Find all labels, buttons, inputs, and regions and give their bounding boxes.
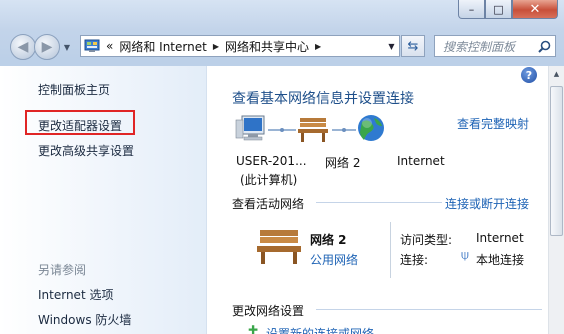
view-full-map-link[interactable]: 查看完整映射 — [457, 115, 529, 132]
caption-buttons: – □ ✕ — [458, 0, 558, 20]
map-internet-label: Internet — [397, 154, 445, 168]
divider — [316, 309, 542, 310]
main-panel: 查看基本网络信息并设置连接 查看完整映射 USER-201... (此计算机) … — [208, 66, 548, 334]
network-type-link[interactable]: 公用网络 — [310, 251, 358, 268]
breadcrumb-network-internet[interactable]: 网络和 Internet — [119, 38, 206, 55]
address-bar[interactable]: « 网络和 Internet ▶ 网络和共享中心 ▶ ▼ — [80, 35, 400, 57]
local-connection-link[interactable]: 本地连接 — [476, 251, 524, 268]
sidebar-item-change-advanced-sharing[interactable]: 更改高级共享设置 — [38, 142, 134, 159]
network-map — [235, 115, 384, 142]
scroll-up-icon[interactable]: ▲ — [549, 66, 564, 82]
vertical-scrollbar[interactable]: ▲ — [548, 66, 564, 334]
back-arrow-icon: ◀ — [17, 39, 29, 55]
forward-button[interactable]: ▶ — [34, 34, 60, 60]
recent-pages-dropdown[interactable]: ▼ — [61, 40, 73, 54]
breadcrumb-sharing-center[interactable]: 网络和共享中心 — [225, 38, 309, 55]
see-also-internet-options[interactable]: Internet 选项 — [38, 286, 113, 303]
breadcrumb-separator-icon[interactable]: ▶ — [315, 42, 321, 51]
active-networks-heading: 查看活动网络 — [232, 197, 305, 211]
window: – □ ✕ ◀ ▶ ▼ « 网络和 Internet ▶ 网络和共享中心 ▶ ▼… — [0, 0, 564, 334]
address-overflow[interactable]: « — [106, 39, 113, 53]
close-button[interactable]: ✕ — [512, 0, 558, 19]
connect-disconnect-link[interactable]: 连接或断开连接 — [445, 195, 529, 212]
search-placeholder: 搜索控制面板 — [443, 39, 516, 54]
scroll-thumb[interactable] — [550, 86, 563, 236]
see-also-heading: 另请参阅 — [38, 263, 87, 277]
control-panel-icon — [84, 39, 100, 52]
back-button[interactable]: ◀ — [10, 34, 36, 60]
map-network-label: 网络 2 — [325, 156, 361, 170]
maximize-button[interactable]: □ — [485, 0, 512, 19]
access-type-value: Internet — [476, 231, 524, 245]
access-type-label: 访问类型: — [400, 233, 453, 247]
active-network-name: 网络 2 — [310, 233, 347, 247]
internet-globe-icon — [358, 115, 384, 141]
setup-connection-icon: ✚ — [248, 323, 259, 334]
address-dropdown-icon[interactable]: ▼ — [383, 36, 399, 56]
computer-subtitle: (此计算机) — [240, 173, 298, 187]
connections-label: 连接: — [400, 253, 429, 267]
breadcrumb-separator-icon[interactable]: ▶ — [213, 42, 219, 51]
vertical-divider — [390, 222, 391, 278]
see-also-windows-firewall[interactable]: Windows 防火墙 — [38, 311, 131, 328]
refresh-icon: ⇆ — [407, 38, 419, 54]
search-icon[interactable] — [538, 40, 551, 53]
sidebar: 控制面板主页 更改适配器设置 更改高级共享设置 另请参阅 Internet 选项… — [0, 66, 207, 334]
setup-connection-link[interactable]: 设置新的连接或网络 — [266, 325, 374, 334]
chevron-down-icon: ▼ — [63, 42, 71, 52]
computer-name: USER-201... — [236, 154, 307, 168]
forward-arrow-icon: ▶ — [41, 39, 53, 55]
minimize-button[interactable]: – — [458, 0, 485, 19]
sidebar-item-control-panel-home[interactable]: 控制面板主页 — [38, 81, 110, 98]
content-area: 控制面板主页 更改适配器设置 更改高级共享设置 另请参阅 Internet 选项… — [0, 66, 564, 334]
help-icon[interactable]: ? — [521, 67, 537, 83]
change-settings-heading: 更改网络设置 — [232, 304, 305, 318]
refresh-button[interactable]: ⇆ — [401, 35, 425, 57]
computer-icon — [235, 115, 265, 141]
active-network-bench-icon — [257, 230, 301, 264]
navigation-buttons: ◀ ▶ ▼ — [10, 34, 73, 60]
network-bench-icon — [298, 118, 328, 142]
search-box[interactable]: 搜索控制面板 — [434, 35, 556, 57]
sidebar-item-change-adapter-settings[interactable]: 更改适配器设置 — [38, 117, 122, 134]
divider — [316, 202, 442, 203]
page-title: 查看基本网络信息并设置连接 — [232, 91, 414, 107]
wired-connection-icon: ⍦ — [461, 248, 469, 263]
